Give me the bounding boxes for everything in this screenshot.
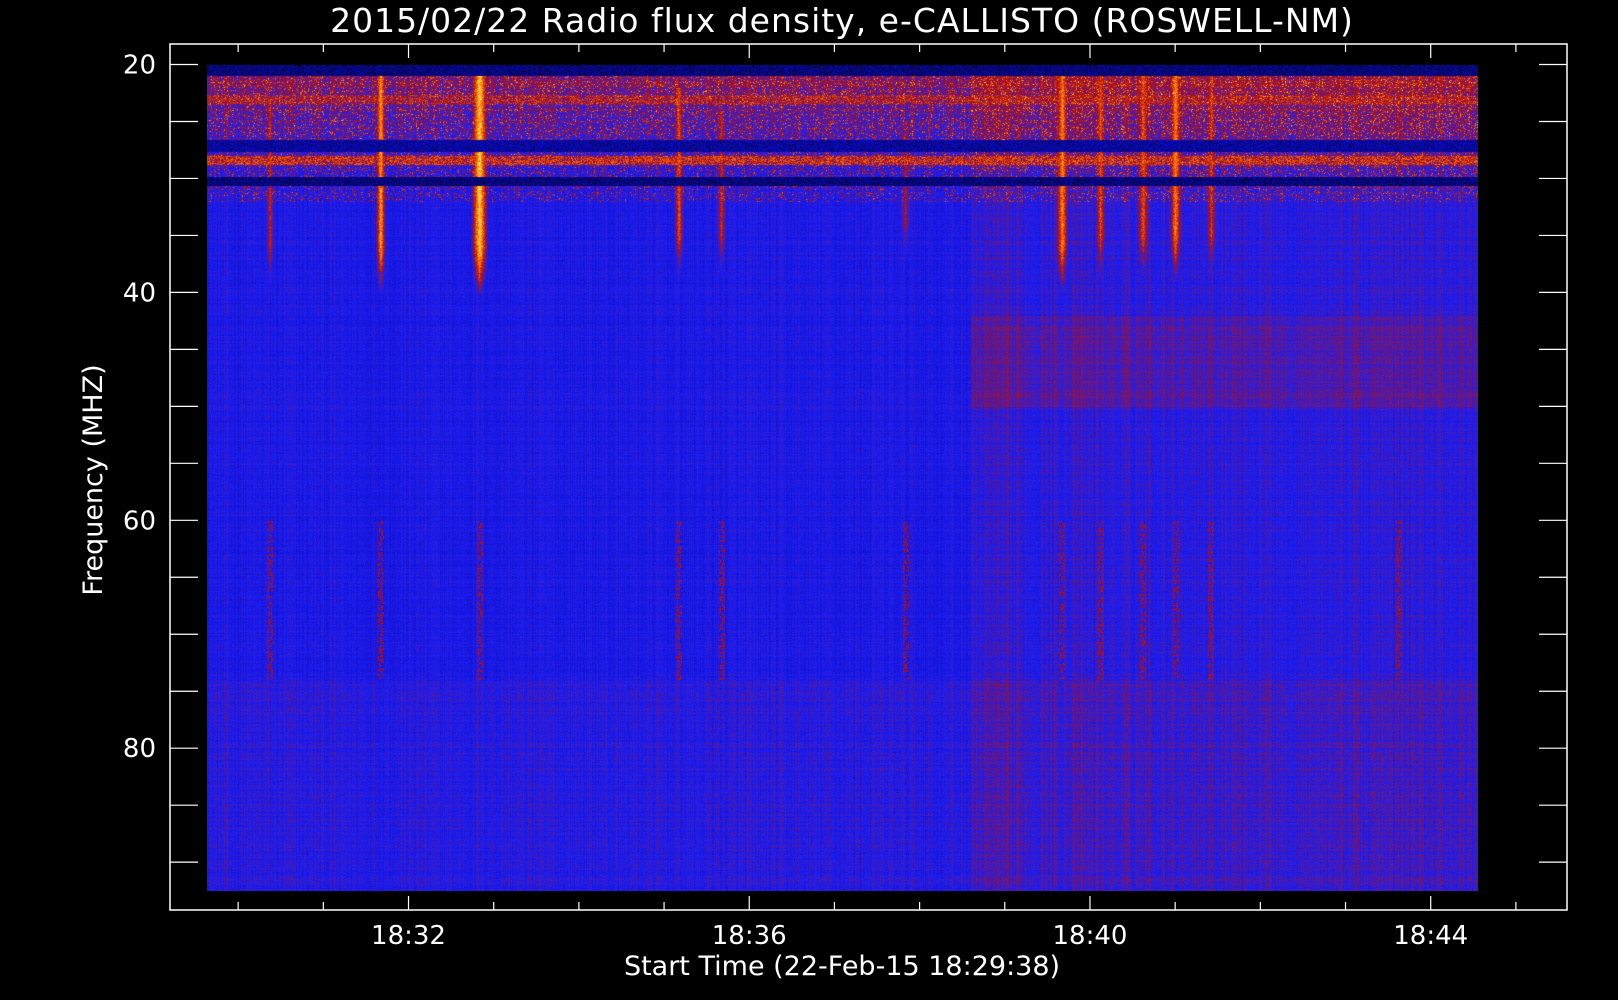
chart-title: 2015/02/22 Radio flux density, e-CALLIST…: [330, 1, 1354, 40]
y-tick-label: 40: [123, 278, 156, 308]
spectrogram-chart: 2015/02/22 Radio flux density, e-CALLIST…: [78, 1, 1568, 982]
x-tick-label: 18:44: [1393, 921, 1468, 951]
x-axis-tick-labels: 18:32 18:36 18:40 18:44: [371, 921, 1468, 951]
x-axis-title: Start Time (22-Feb-15 18:29:38): [624, 951, 1060, 982]
heatmap-layer: [207, 65, 1478, 891]
x-tick-label: 18:36: [712, 921, 787, 951]
y-tick-label: 20: [123, 51, 156, 81]
x-tick-label: 18:40: [1053, 921, 1128, 951]
y-axis-title: Frequency (MHZ): [78, 364, 109, 595]
x-tick-label: 18:32: [371, 921, 446, 951]
y-axis-tick-labels: 20 40 60 80: [123, 51, 156, 765]
y-tick-label: 80: [123, 734, 156, 764]
y-tick-label: 60: [123, 506, 156, 536]
spectrogram-image: [207, 65, 1478, 891]
